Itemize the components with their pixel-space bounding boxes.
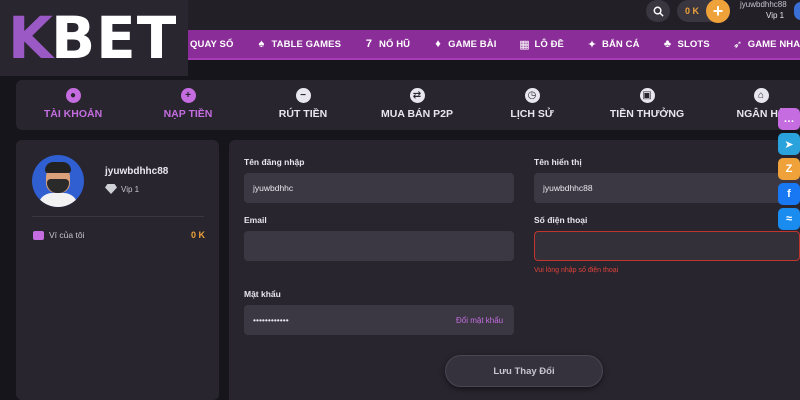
user-icon: ● xyxy=(65,88,81,103)
tab-label: TÀI KHOẢN xyxy=(43,108,103,120)
facebook-icon[interactable]: f xyxy=(778,183,800,205)
slots-icon: ♣ xyxy=(663,38,672,50)
email-label: Email xyxy=(244,215,267,225)
fish-icon: ✦ xyxy=(587,38,597,51)
zalo-icon[interactable]: Z xyxy=(778,158,800,180)
phone-error: Vui lòng nhập số điện thoại xyxy=(534,267,619,274)
balance-value: 0 K xyxy=(685,6,700,16)
card-game-icon: ♦ xyxy=(435,38,441,50)
profile-username: jyuwbdhhc88 xyxy=(105,166,169,177)
tab-item[interactable]: ▣ TIỀN THƯỞNG xyxy=(610,88,684,120)
top-username: jyuwbdhhc88 xyxy=(740,0,787,9)
nav-item[interactable]: ✦ BẮN CÁ xyxy=(586,38,640,51)
nav-item-label: GAME NHANH xyxy=(747,38,800,50)
change-password-link[interactable]: Đổi mật khẩu xyxy=(456,316,503,325)
nav-item[interactable]: ▦ LÔ ĐỀ xyxy=(518,38,564,51)
profile-vip-label: Vip 1 xyxy=(121,184,140,194)
withdraw-icon: − xyxy=(295,88,311,103)
account-tabs: ● TÀI KHOẢN + NẠP TIỀN − RÚT TIỀN ⇄ MUA BÁN P2P… xyxy=(16,80,800,130)
history-icon: ◷ xyxy=(524,88,540,103)
deposit-plus-button[interactable]: + xyxy=(706,0,730,23)
top-avatar[interactable] xyxy=(794,2,800,20)
tab-item[interactable]: ⇄ MUA BÁN P2P xyxy=(381,88,453,120)
email-field[interactable] xyxy=(244,231,514,261)
account-form: Tên đăng nhập jyuwbdhhc Tên hiển thị jyu… xyxy=(229,140,800,400)
brand-logo[interactable]: K BET xyxy=(0,0,188,76)
tab-item[interactable]: + NẠP TIỀN xyxy=(158,88,218,120)
tab-item[interactable]: ◷ LỊCH SỬ xyxy=(502,88,562,120)
username-field[interactable]: jyuwbdhhc xyxy=(244,173,514,203)
tab-label: TIỀN THƯỞNG xyxy=(609,108,685,120)
p2p-icon: ⇄ xyxy=(409,88,425,103)
divider xyxy=(32,216,204,217)
nav-item-label: GAME BÀI xyxy=(448,38,497,50)
deposit-icon: + xyxy=(180,88,196,103)
nav-item[interactable]: ➶ GAME NHANH xyxy=(732,38,800,51)
password-label: Mật khẩu xyxy=(244,289,281,299)
username-label: Tên đăng nhập xyxy=(244,157,305,167)
profile-panel: jyuwbdhhc88 Vip 1 Ví của tôi 0 K xyxy=(16,140,219,400)
tab-label: MUA BÁN P2P xyxy=(381,108,453,120)
display-name-label: Tên hiển thị xyxy=(534,157,582,167)
phone-label: Số điện thoại xyxy=(534,215,588,225)
tab-label: LỊCH SỬ xyxy=(510,108,554,120)
wallet-icon xyxy=(33,230,44,240)
wallet-label: Ví của tôi xyxy=(49,230,85,240)
wallet-row[interactable]: Ví của tôi 0 K xyxy=(33,230,205,240)
diamond-icon xyxy=(105,184,117,194)
phone-field[interactable] xyxy=(534,231,800,261)
tab-item[interactable]: ● TÀI KHOẢN xyxy=(43,88,103,120)
nav-item-label: SLOTS xyxy=(677,38,710,50)
nav-item[interactable]: QUAY SỐ xyxy=(190,39,233,50)
wallet-value: 0 K xyxy=(190,230,205,240)
password-value: •••••••••••• xyxy=(253,315,289,325)
nav-item[interactable]: 7 NỔ HŨ xyxy=(363,38,410,50)
top-vip-level: Vip 1 xyxy=(766,11,785,20)
nav-item-label: NỔ HŨ xyxy=(379,38,411,50)
nav-item[interactable]: ♦ GAME BÀI xyxy=(432,38,496,50)
logo-k: K xyxy=(8,4,53,72)
nav-item-label: QUAY SỐ xyxy=(190,38,234,50)
telegram-icon[interactable]: ➤ xyxy=(778,133,800,155)
chat-icon[interactable]: … xyxy=(778,108,800,130)
nav-item-label: TABLE GAMES xyxy=(271,38,342,50)
rocket-icon: ➶ xyxy=(733,38,743,51)
nav-item-label: BẮN CÁ xyxy=(601,38,640,50)
save-changes-button[interactable]: Lưu Thay Đổi xyxy=(445,355,603,387)
table-games-icon: ♠ xyxy=(258,38,265,50)
bank-icon: ⌂ xyxy=(753,88,769,103)
messenger-icon[interactable]: ≈ xyxy=(778,208,800,230)
search-icon xyxy=(653,6,664,17)
avatar xyxy=(32,155,84,207)
lotto-icon: ▦ xyxy=(519,38,530,51)
tab-item[interactable]: − RÚT TIỀN xyxy=(273,88,333,120)
profile-vip: Vip 1 xyxy=(105,184,139,194)
tab-label: RÚT TIỀN xyxy=(278,108,328,120)
gift-icon: ▣ xyxy=(639,88,655,103)
jackpot-icon: 7 xyxy=(365,38,373,50)
nav-item[interactable]: ♣ SLOTS xyxy=(662,38,710,50)
nav-item-label: LÔ ĐỀ xyxy=(534,38,564,50)
nav-item[interactable]: ♠ TABLE GAMES xyxy=(255,38,341,50)
tab-label: NẠP TIỀN xyxy=(163,108,213,120)
search-button[interactable] xyxy=(646,0,670,22)
display-name-field[interactable]: jyuwbdhhc88 xyxy=(534,173,800,203)
logo-bet: BET xyxy=(50,4,178,72)
